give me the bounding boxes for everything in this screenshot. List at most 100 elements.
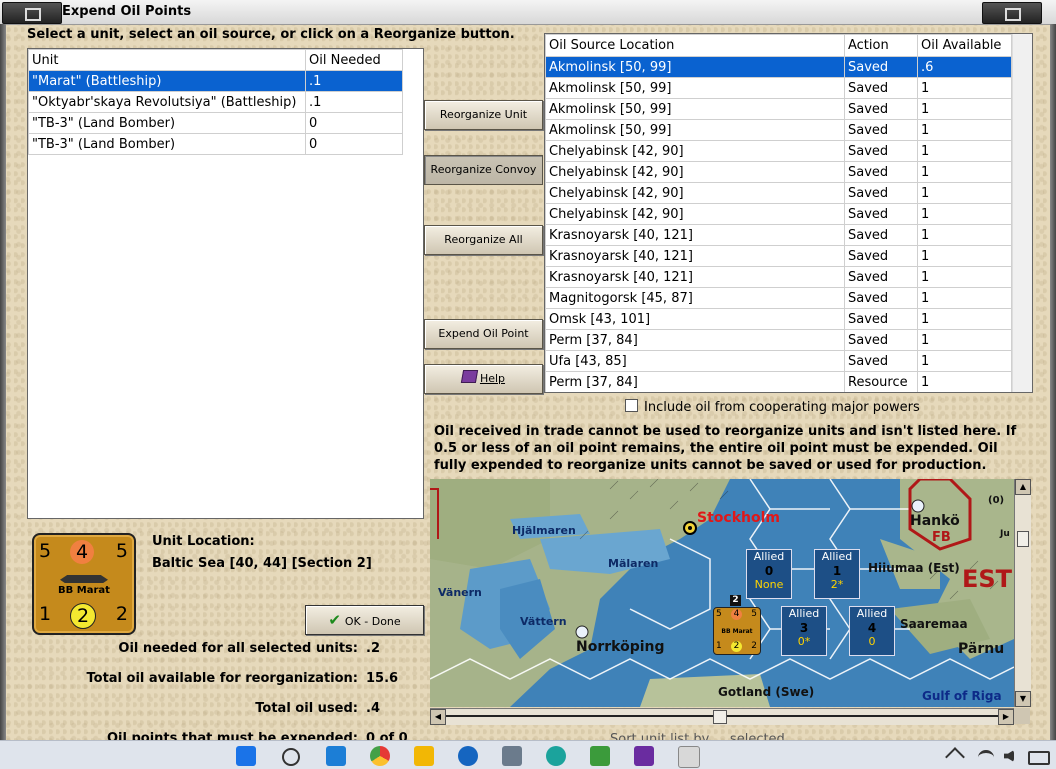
source-action-cell: Saved <box>844 140 918 162</box>
active-app-icon[interactable] <box>678 746 700 768</box>
oil-source-row[interactable]: Akmolinsk [50, 99] Saved .6 <box>545 56 1012 78</box>
map-vscroll-thumb[interactable] <box>1017 531 1029 547</box>
oil-source-row[interactable]: Akmolinsk [50, 99] Saved 1 <box>545 119 1012 141</box>
source-location-cell: Krasnoyarsk [40, 121] <box>545 245 845 267</box>
column-header-action[interactable]: Action <box>844 34 918 57</box>
zone-number: 0 <box>764 564 774 578</box>
map-hscroll-thumb[interactable] <box>713 710 727 724</box>
file-explorer-icon[interactable] <box>414 746 434 766</box>
help-button[interactable]: Help <box>424 364 543 394</box>
map-vertical-scrollbar[interactable]: ▲ ▼ <box>1014 479 1031 707</box>
unit-row[interactable]: "Oktyabr'skaya Revolutsiya" (Battleship)… <box>28 91 403 113</box>
search-icon[interactable] <box>282 748 300 766</box>
include-cooperating-checkbox[interactable] <box>625 399 638 412</box>
ok-done-label: OK - Done <box>344 615 401 628</box>
scroll-right-arrow-icon[interactable]: ▶ <box>998 709 1014 725</box>
map-label-vattern: Vättern <box>520 615 567 628</box>
include-cooperating-checkbox-row[interactable]: Include oil from cooperating major power… <box>625 399 920 415</box>
oil-source-row[interactable]: Krasnoyarsk [40, 121] Saved 1 <box>545 245 1012 267</box>
chrome-icon[interactable] <box>370 746 390 766</box>
oil-source-row[interactable]: Akmolinsk [50, 99] Saved 1 <box>545 77 1012 99</box>
window-title: Expend Oil Points <box>62 4 192 19</box>
sea-zone-allied-3[interactable]: Allied 3 0* <box>781 606 827 656</box>
zone-status: None <box>754 578 784 591</box>
calculator-icon[interactable] <box>502 746 522 766</box>
source-location-cell: Magnitogorsk [45, 87] <box>545 287 845 309</box>
source-list-scrollbar[interactable] <box>1012 34 1032 392</box>
stack-count-badge: 2 <box>730 595 741 606</box>
map-corner-count: (0) <box>988 495 1005 506</box>
sea-zone-allied-0[interactable]: Allied 0 None <box>746 549 792 599</box>
column-header-location[interactable]: Oil Source Location <box>545 34 845 57</box>
source-action-cell: Saved <box>844 98 918 120</box>
scroll-up-arrow-icon[interactable]: ▲ <box>1015 479 1031 495</box>
wifi-icon[interactable] <box>978 750 994 765</box>
scroll-down-arrow-icon[interactable]: ▼ <box>1015 691 1031 707</box>
oil-source-row[interactable]: Chelyabinsk [42, 90] Saved 1 <box>545 203 1012 225</box>
reorganize-convoy-button[interactable]: Reorganize Convoy <box>424 155 543 185</box>
map-horizontal-scrollbar[interactable]: ◀ ▶ <box>430 708 1014 725</box>
edge-icon[interactable] <box>546 746 566 766</box>
battery-icon[interactable] <box>1028 751 1050 765</box>
source-location-cell: Perm [37, 84] <box>545 371 845 392</box>
map-label-saaremaa: Saaremaa <box>900 617 968 631</box>
source-oil-cell: 1 <box>917 161 1012 183</box>
oil-needed-cell: .1 <box>305 70 403 92</box>
notepad-icon[interactable] <box>590 746 610 766</box>
total-available-value: 15.6 <box>366 671 399 686</box>
oil-source-row[interactable]: Perm [37, 84] Saved 1 <box>545 329 1012 351</box>
total-used-value: .4 <box>366 701 380 716</box>
reorganize-all-button[interactable]: Reorganize All <box>424 225 543 255</box>
source-action-cell: Saved <box>844 224 918 246</box>
oil-source-list[interactable]: Oil Source Location Action Oil Available… <box>544 33 1033 393</box>
oil-source-row[interactable]: Krasnoyarsk [40, 121] Saved 1 <box>545 266 1012 288</box>
column-header-oil-needed[interactable]: Oil Needed <box>305 49 403 71</box>
column-header-unit[interactable]: Unit <box>28 49 306 71</box>
sea-zone-allied-4[interactable]: Allied 4 0 <box>849 606 895 656</box>
oil-needed-cell: 0 <box>305 133 403 155</box>
ok-done-button[interactable]: ✔ OK - Done <box>305 605 424 635</box>
volume-icon[interactable] <box>1004 750 1014 762</box>
help-label: Help <box>479 372 506 385</box>
help-app-icon[interactable] <box>458 746 478 766</box>
reorganize-unit-button[interactable]: Reorganize Unit <box>424 100 543 130</box>
restore-button[interactable] <box>2 2 62 24</box>
unit-name-cell: "Oktyabr'skaya Revolutsiya" (Battleship) <box>28 91 306 113</box>
unit-row[interactable]: "Marat" (Battleship) .1 <box>28 70 403 92</box>
oil-needed-value: .2 <box>366 641 380 656</box>
counter-bottom-right: 2 <box>115 603 128 625</box>
unit-list[interactable]: Unit Oil Needed "Marat" (Battleship) .1 "O… <box>27 48 424 519</box>
include-cooperating-label: Include oil from cooperating major power… <box>644 400 920 415</box>
oil-source-row[interactable]: Chelyabinsk [42, 90] Saved 1 <box>545 161 1012 183</box>
map-view[interactable]: Stockholm Hjälmaren Mälaren Vänern Vätte… <box>430 479 1014 707</box>
windows-start-icon[interactable] <box>236 746 256 766</box>
sea-zone-allied-1[interactable]: Allied 1 2* <box>814 549 860 599</box>
oil-source-row[interactable]: Chelyabinsk [42, 90] Saved 1 <box>545 140 1012 162</box>
game-app-icon[interactable] <box>634 746 654 766</box>
unit-row[interactable]: "TB-3" (Land Bomber) 0 <box>28 133 403 155</box>
mini-counter-tc: 4 <box>731 609 742 620</box>
source-location-cell: Akmolinsk [50, 99] <box>545 119 845 141</box>
source-oil-cell: 1 <box>917 350 1012 372</box>
myhp-app-icon[interactable] <box>326 746 346 766</box>
oil-source-row[interactable]: Ufa [43, 85] Saved 1 <box>545 350 1012 372</box>
maximize-button[interactable] <box>982 2 1042 24</box>
unit-row[interactable]: "TB-3" (Land Bomber) 0 <box>28 112 403 134</box>
oil-source-row[interactable]: Krasnoyarsk [40, 121] Saved 1 <box>545 224 1012 246</box>
source-location-cell: Chelyabinsk [42, 90] <box>545 161 845 183</box>
tray-chevron-icon[interactable] <box>945 747 965 767</box>
oil-rules-notice: Oil received in trade cannot be used to … <box>434 424 1017 473</box>
source-location-cell: Krasnoyarsk [40, 121] <box>545 266 845 288</box>
oil-source-row[interactable]: Akmolinsk [50, 99] Saved 1 <box>545 98 1012 120</box>
oil-source-row[interactable]: Omsk [43, 101] Saved 1 <box>545 308 1012 330</box>
unit-name-cell: "TB-3" (Land Bomber) <box>28 112 306 134</box>
scroll-left-arrow-icon[interactable]: ◀ <box>430 709 446 725</box>
column-header-oil-available[interactable]: Oil Available <box>917 34 1012 57</box>
oil-source-row[interactable]: Magnitogorsk [45, 87] Saved 1 <box>545 287 1012 309</box>
scroll-corner <box>1014 708 1030 724</box>
oil-source-row[interactable]: Perm [37, 84] Resource 1 <box>545 371 1012 392</box>
map-unit-counter[interactable]: 5 4 5 BB Marat 1 2 2 <box>713 607 761 655</box>
expend-oil-point-button[interactable]: Expend Oil Point <box>424 319 543 349</box>
zone-number: 1 <box>832 564 842 578</box>
oil-source-row[interactable]: Chelyabinsk [42, 90] Saved 1 <box>545 182 1012 204</box>
